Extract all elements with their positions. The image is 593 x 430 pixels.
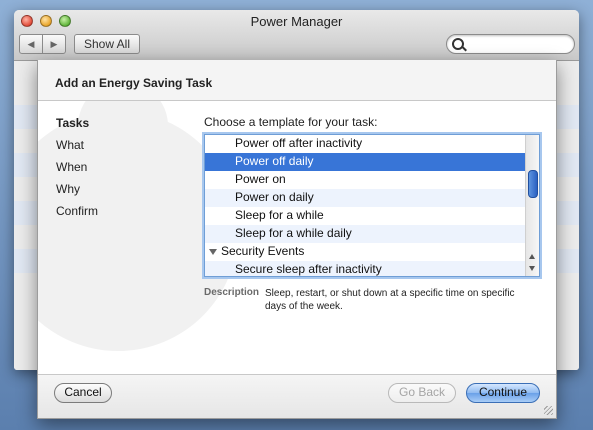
template-list[interactable]: Power off after inactivity Power off dai… xyxy=(204,134,540,277)
sheet-content: Tasks What When Why Confirm Choose a tem… xyxy=(38,101,556,374)
list-group-security-events[interactable]: Security Events xyxy=(205,243,525,261)
scroll-down-arrow-icon[interactable] xyxy=(529,266,535,271)
template-prompt: Choose a template for your task: xyxy=(204,115,378,129)
forward-arrow-icon[interactable]: ▶ xyxy=(42,35,65,53)
continue-button[interactable]: Continue xyxy=(466,383,540,403)
list-item-label: Power off after inactivity xyxy=(235,136,363,150)
step-why: Why xyxy=(56,182,80,196)
list-group-label: Security Events xyxy=(221,244,305,258)
sheet-title: Add an Energy Saving Task xyxy=(55,76,213,90)
step-what: What xyxy=(56,138,85,152)
list-item-label: Power on xyxy=(235,172,286,186)
description-label: Description xyxy=(204,287,260,298)
list-item[interactable]: Power on xyxy=(205,171,525,189)
list-item[interactable]: Power off after inactivity xyxy=(205,135,525,153)
sheet-header: Add an Energy Saving Task xyxy=(38,60,556,101)
list-item-label: Power off daily xyxy=(235,154,314,168)
navigation-buttons: ◀ ▶ xyxy=(19,34,66,54)
list-item-selected[interactable]: Power off daily xyxy=(205,153,525,171)
scroll-up-arrow-icon[interactable] xyxy=(529,254,535,259)
list-item[interactable]: Power on daily xyxy=(205,189,525,207)
list-item-label: Secure sleep after inactivity xyxy=(235,262,382,276)
disclosure-triangle-icon[interactable] xyxy=(209,249,217,255)
list-item[interactable]: Secure sleep after inactivity xyxy=(205,261,525,276)
add-task-sheet: Add an Energy Saving Task Tasks What Whe… xyxy=(37,60,557,419)
list-scrollbar[interactable] xyxy=(525,135,539,276)
step-confirm: Confirm xyxy=(56,204,99,218)
list-item-label: Power on daily xyxy=(235,190,314,204)
window-titlebar: Power Manager ◀ ▶ Show All xyxy=(14,10,579,61)
go-back-button[interactable]: Go Back xyxy=(388,383,456,403)
list-item-label: Sleep for a while xyxy=(235,208,324,222)
step-tasks: Tasks xyxy=(56,116,90,130)
scrollbar-thumb[interactable] xyxy=(528,170,538,198)
show-all-button[interactable]: Show All xyxy=(74,34,140,54)
list-item[interactable]: Sleep for a while daily xyxy=(205,225,525,243)
cancel-button[interactable]: Cancel xyxy=(54,383,112,403)
step-when: When xyxy=(56,160,88,174)
list-item-label: Sleep for a while daily xyxy=(235,226,352,240)
resize-grip-icon[interactable] xyxy=(544,406,553,415)
window-title: Power Manager xyxy=(250,14,343,29)
sheet-footer: Cancel Go Back Continue xyxy=(38,374,556,418)
description-text: Sleep, restart, or shut down at a specif… xyxy=(265,288,515,312)
search-icon xyxy=(452,38,464,50)
step-list: Tasks What When Why Confirm xyxy=(56,115,98,225)
list-item[interactable]: Sleep for a while xyxy=(205,207,525,225)
search-field[interactable] xyxy=(446,34,575,54)
back-arrow-icon[interactable]: ◀ xyxy=(20,35,42,53)
